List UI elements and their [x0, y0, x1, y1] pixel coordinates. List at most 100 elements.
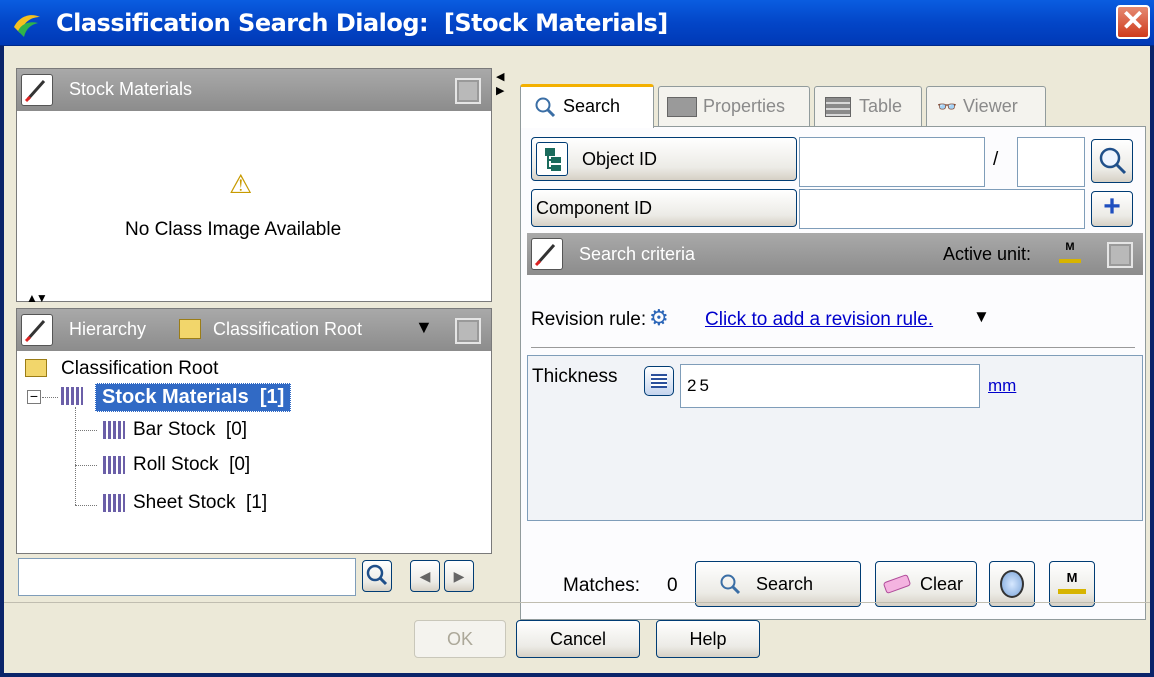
- previous-button[interactable]: ◀: [410, 560, 440, 592]
- arrow-left-icon: ◀: [419, 568, 431, 584]
- vertical-splitter-arrows[interactable]: ▲▼: [26, 291, 48, 305]
- folder-icon: [25, 359, 47, 377]
- tree-item-sheet-stock[interactable]: Sheet Stock [1]: [133, 492, 267, 514]
- tree-item-classification-root[interactable]: Classification Root: [61, 358, 218, 380]
- criteria-maximize-button[interactable]: [1107, 242, 1133, 268]
- tree-connector: [75, 430, 97, 431]
- find-object-button[interactable]: [1091, 139, 1133, 183]
- hierarchy-search-input[interactable]: [18, 558, 356, 596]
- list-icon: [651, 374, 667, 388]
- search-button[interactable]: Search: [695, 561, 861, 607]
- tree-item-stock-materials[interactable]: Stock Materials [1]: [95, 383, 292, 412]
- search-criteria-title: Search criteria: [579, 244, 696, 264]
- tree-connector: [42, 397, 58, 398]
- dialog-title: Classification Search Dialog: [Stock Mat…: [56, 9, 668, 37]
- id-separator: /: [993, 149, 999, 170]
- value-picker-button[interactable]: [644, 366, 674, 396]
- search-icon: [535, 97, 556, 118]
- find-options-icon: [1000, 570, 1024, 598]
- help-button[interactable]: Help: [656, 620, 760, 658]
- search-icon: [366, 564, 388, 586]
- class-grid-icon: [61, 387, 83, 405]
- class-edit-icon[interactable]: [21, 74, 53, 106]
- class-image-panel: Stock Materials ⚠ No Class Image Availab…: [16, 68, 492, 302]
- clear-button[interactable]: Clear: [875, 561, 977, 607]
- dialog-window: Classification Search Dialog: [Stock Mat…: [0, 0, 1154, 677]
- warning-icon: ⚠: [229, 169, 253, 199]
- matches-label: Matches:: [563, 575, 641, 596]
- class-grid-icon: [103, 421, 125, 439]
- class-grid-icon: [103, 456, 125, 474]
- object-tree-icon: [536, 142, 568, 176]
- title-bar[interactable]: Classification Search Dialog: [Stock Mat…: [0, 0, 1154, 46]
- hierarchy-find-button[interactable]: [362, 560, 392, 592]
- clear-button-label: Clear: [920, 574, 964, 594]
- no-image-text: No Class Image Available: [125, 219, 342, 240]
- root-selector-dropdown-icon[interactable]: ▼: [415, 317, 433, 338]
- tree-connector: [75, 407, 76, 505]
- criteria-edit-icon[interactable]: [531, 238, 563, 270]
- search-options-button[interactable]: [989, 561, 1035, 607]
- search-criteria-header: Search criteria Active unit: M: [527, 233, 1143, 275]
- tree-item-bar-stock[interactable]: Bar Stock [0]: [133, 419, 247, 441]
- properties-icon: [667, 97, 697, 117]
- object-id-input[interactable]: [799, 137, 985, 187]
- collapse-toggle[interactable]: −: [27, 389, 41, 404]
- object-id-label: Object ID: [582, 149, 658, 169]
- app-logo-icon: [14, 15, 40, 37]
- cancel-button[interactable]: Cancel: [516, 620, 640, 658]
- tab-viewer-label: Viewer: [963, 96, 1018, 116]
- close-icon: ✕: [1121, 5, 1145, 36]
- revision-rule-label: Revision rule:: [531, 309, 647, 330]
- hierarchy-header: Hierarchy Classification Root ▼: [17, 309, 491, 351]
- table-icon: [825, 97, 851, 117]
- class-image-header: Stock Materials: [17, 69, 491, 111]
- search-icon: [1099, 147, 1127, 175]
- tab-properties-label: Properties: [703, 96, 786, 116]
- tab-table-label: Table: [859, 96, 903, 116]
- plus-icon: +: [1103, 190, 1121, 223]
- viewer-icon: 👓: [937, 99, 957, 116]
- revision-rule-icon: ⚙: [649, 305, 669, 330]
- dialog-body: Stock Materials ⚠ No Class Image Availab…: [4, 46, 1150, 673]
- eraser-icon: [882, 573, 912, 595]
- arrow-right-icon: ▶: [453, 568, 465, 584]
- unit-system-button[interactable]: M: [1049, 561, 1095, 607]
- close-button[interactable]: ✕: [1116, 5, 1150, 39]
- thickness-unit-link[interactable]: mm: [988, 376, 1016, 396]
- component-id-button[interactable]: Component ID: [531, 189, 797, 227]
- matches-count: 0: [667, 575, 678, 596]
- thickness-input[interactable]: 25: [680, 364, 980, 408]
- tab-viewer[interactable]: 👓 Viewer: [926, 86, 1046, 126]
- footer-separator: [4, 602, 1150, 603]
- tab-properties[interactable]: Properties: [658, 86, 810, 126]
- component-id-input[interactable]: [799, 189, 1085, 229]
- tree-item-roll-stock[interactable]: Roll Stock [0]: [133, 454, 250, 476]
- panel-maximize-button[interactable]: [455, 78, 481, 104]
- tab-search-label: Search: [563, 96, 621, 116]
- hierarchy-tree[interactable]: Classification Root − Stock Materials [1…: [17, 351, 491, 514]
- hierarchy-edit-icon[interactable]: [21, 314, 53, 346]
- separator-line: [531, 347, 1135, 348]
- hierarchy-title: Hierarchy: [69, 319, 147, 339]
- add-component-button[interactable]: +: [1091, 191, 1133, 227]
- tab-table[interactable]: Table: [814, 86, 922, 126]
- tree-connector: [75, 505, 97, 506]
- class-image-title: Stock Materials: [69, 79, 193, 99]
- ok-button[interactable]: OK: [414, 620, 506, 658]
- root-selector-label[interactable]: Classification Root: [213, 319, 362, 340]
- revision-input[interactable]: [1017, 137, 1085, 187]
- thickness-label: Thickness: [532, 366, 618, 387]
- tab-search[interactable]: Search: [520, 84, 654, 128]
- revision-rule-dropdown-icon[interactable]: ▼: [973, 307, 990, 327]
- unit-system-icon[interactable]: M: [1059, 241, 1081, 263]
- add-revision-rule-link[interactable]: Click to add a revision rule.: [705, 309, 933, 331]
- classification-root-icon: [179, 319, 201, 339]
- hierarchy-maximize-button[interactable]: [455, 318, 481, 344]
- horizontal-splitter-arrows[interactable]: ◀ ▶: [496, 70, 504, 98]
- search-tab-content: Object ID / Component ID + Search criter…: [520, 126, 1146, 620]
- search-button-label: Search: [756, 574, 814, 594]
- object-id-button[interactable]: Object ID: [531, 137, 797, 181]
- class-grid-icon: [103, 494, 125, 512]
- next-button[interactable]: ▶: [444, 560, 474, 592]
